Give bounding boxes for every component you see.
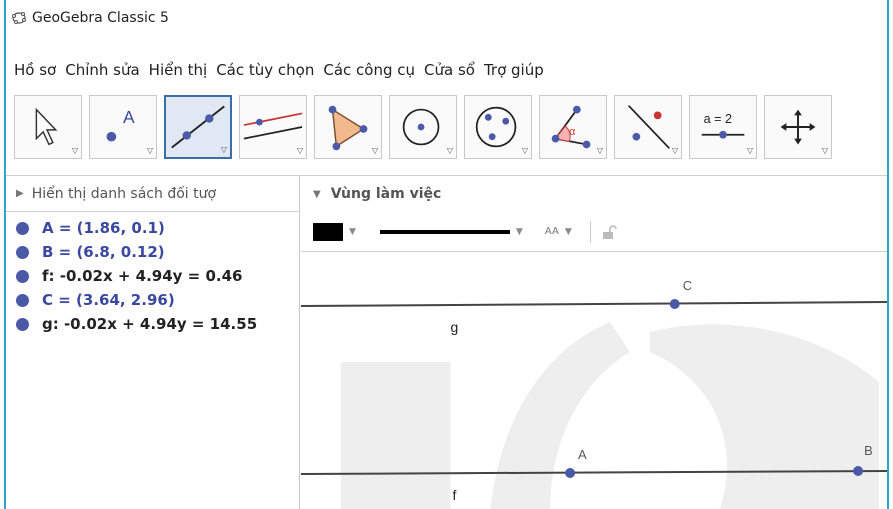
- tool-menu-indicator: ▽: [71, 146, 78, 155]
- line-tool-button[interactable]: ▽: [164, 95, 232, 159]
- visibility-toggle-icon[interactable]: [16, 245, 29, 259]
- slider-tool-label: a = 2: [704, 112, 732, 126]
- angle-tool-label: α: [569, 126, 575, 138]
- point-A[interactable]: [565, 468, 576, 478]
- tool-menu-indicator: ▽: [521, 146, 528, 155]
- polygon-tool-button[interactable]: ▽: [314, 95, 382, 159]
- tool-menu-indicator: ▽: [146, 146, 153, 155]
- point-C-label: C: [683, 278, 692, 293]
- point-tool-label: A: [123, 107, 135, 127]
- tool-menu-indicator: ▽: [446, 146, 453, 155]
- algebra-view-header[interactable]: ▶ Hiển thị danh sách đối tượ: [6, 176, 299, 212]
- graphics-view: ▼ Vùng làm việc ▼ ▼ AA ▼ C g A B f: [301, 176, 887, 509]
- title-bar: GeoGebra Classic 5: [6, 0, 887, 36]
- unlock-icon[interactable]: [601, 224, 617, 240]
- slider-tool-button[interactable]: a = 2 ▽: [689, 95, 757, 159]
- algebra-item-text: B = (6.8, 0.12): [42, 243, 165, 261]
- visibility-toggle-icon[interactable]: [16, 293, 29, 307]
- background-watermark: [340, 322, 880, 509]
- tool-menu-indicator: ▽: [671, 146, 678, 155]
- chevron-down-icon[interactable]: ▼: [565, 227, 572, 237]
- tool-menu-indicator: ▽: [821, 146, 828, 155]
- menu-help[interactable]: Trợ giúp: [484, 61, 544, 79]
- style-bar-separator: [589, 220, 591, 243]
- circle-tool-button[interactable]: ▽: [389, 95, 457, 159]
- geogebra-window: GeoGebra Classic 5 Hồ sơ Chỉnh sửa Hiển …: [4, 0, 889, 509]
- menu-file[interactable]: Hồ sơ: [14, 61, 56, 79]
- collapse-triangle-icon[interactable]: ▶: [16, 188, 24, 199]
- style-bar: ▼ ▼ AA ▼: [301, 212, 887, 252]
- graphics-canvas[interactable]: C g A B f: [301, 252, 887, 509]
- algebra-item-text: A = (1.86, 0.1): [42, 219, 165, 237]
- color-swatch[interactable]: [313, 222, 343, 241]
- point-tool-button[interactable]: A ▽: [89, 95, 157, 159]
- point-B[interactable]: [853, 466, 864, 476]
- reflect-tool-button[interactable]: ▽: [614, 95, 682, 159]
- line-f-label: f: [452, 487, 456, 503]
- menu-window[interactable]: Cửa sổ: [424, 61, 475, 79]
- algebra-item-B[interactable]: B = (6.8, 0.12): [6, 240, 299, 264]
- algebra-item-g[interactable]: g: -0.02x + 4.94y = 14.55: [6, 312, 299, 336]
- move-tool-button[interactable]: ▽: [14, 95, 82, 159]
- line-g[interactable]: [301, 301, 887, 307]
- menu-options[interactable]: Các tùy chọn: [216, 61, 314, 79]
- conic-tool-button[interactable]: ▽: [464, 95, 532, 159]
- visibility-toggle-icon[interactable]: [16, 269, 29, 283]
- menu-bar: Hồ sơ Chỉnh sửa Hiển thị Các tùy chọn Cá…: [6, 55, 887, 85]
- visibility-toggle-icon[interactable]: [16, 317, 29, 331]
- tool-menu-indicator: ▽: [596, 146, 603, 155]
- line-style-selector[interactable]: [379, 229, 510, 234]
- tool-menu-indicator: ▽: [296, 146, 303, 155]
- move-graphics-tool-button[interactable]: ▽: [764, 95, 832, 159]
- menu-tools[interactable]: Các công cụ: [323, 61, 415, 79]
- algebra-item-A[interactable]: A = (1.86, 0.1): [6, 216, 299, 240]
- window-title: GeoGebra Classic 5: [32, 10, 169, 26]
- algebra-view: ▶ Hiển thị danh sách đối tượ A = (1.86, …: [6, 176, 300, 509]
- tool-menu-indicator: ▽: [220, 145, 227, 154]
- algebra-view-title: Hiển thị danh sách đối tượ: [31, 185, 217, 202]
- collapse-triangle-icon[interactable]: ▼: [313, 189, 321, 200]
- graphics-view-title: Vùng làm việc: [330, 186, 442, 202]
- chevron-down-icon[interactable]: ▼: [516, 227, 523, 237]
- label-style-button[interactable]: AA: [545, 226, 559, 237]
- tool-menu-indicator: ▽: [746, 146, 753, 155]
- point-A-label: A: [578, 447, 587, 462]
- point-C[interactable]: [669, 299, 680, 309]
- angle-tool-button[interactable]: α ▽: [539, 95, 607, 159]
- menu-edit[interactable]: Chỉnh sửa: [65, 61, 139, 79]
- toolbar: ▽ A ▽ ▽ ▽ ▽ ▽ ▽ α ▽ ▽ a = 2 ▽ ▽: [6, 95, 887, 175]
- algebra-item-f[interactable]: f: -0.02x + 4.94y = 0.46: [6, 264, 299, 288]
- algebra-item-text: f: -0.02x + 4.94y = 0.46: [42, 267, 243, 285]
- algebra-item-text: C = (3.64, 2.96): [42, 291, 175, 309]
- graphics-view-header[interactable]: ▼ Vùng làm việc: [301, 176, 887, 212]
- chevron-down-icon[interactable]: ▼: [349, 227, 356, 237]
- algebra-item-C[interactable]: C = (3.64, 2.96): [6, 288, 299, 312]
- parallel-line-tool-button[interactable]: ▽: [239, 95, 307, 159]
- line-g-label: g: [450, 319, 458, 335]
- visibility-toggle-icon[interactable]: [16, 221, 29, 235]
- point-B-label: B: [864, 443, 873, 458]
- algebra-item-text: g: -0.02x + 4.94y = 14.55: [42, 315, 258, 333]
- geogebra-app-icon: [12, 12, 26, 24]
- tool-menu-indicator: ▽: [371, 146, 378, 155]
- menu-view[interactable]: Hiển thị: [149, 61, 208, 79]
